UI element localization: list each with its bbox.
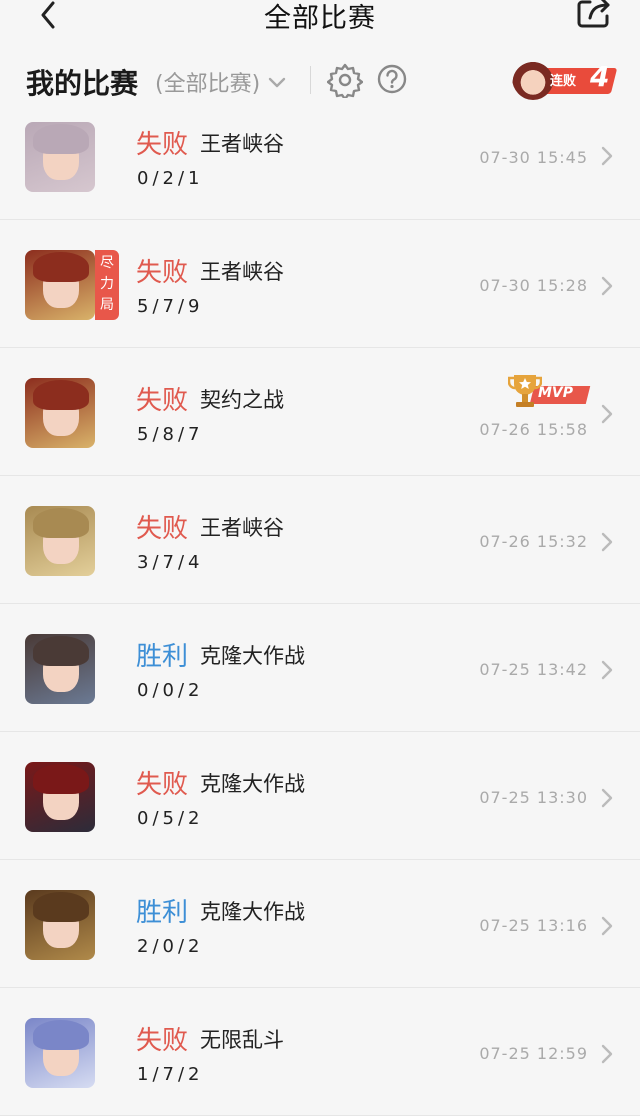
hero-avatar	[25, 250, 95, 320]
chevron-right-icon	[601, 916, 613, 936]
kda-stats: 5/8/7	[137, 424, 204, 445]
chevron-right-icon	[601, 276, 613, 296]
game-mode: 王者峡谷	[200, 132, 284, 156]
chevron-right-icon	[601, 1044, 613, 1064]
kda-stats: 3/7/4	[137, 552, 204, 573]
filter-label: (全部比赛)	[155, 72, 261, 97]
kda-stats: 5/7/9	[137, 296, 204, 317]
share-button[interactable]	[574, 0, 614, 30]
help-icon	[377, 64, 407, 94]
match-result: 失败	[136, 1026, 189, 1056]
game-mode: 王者峡谷	[200, 260, 284, 284]
my-matches-title: 我的比赛	[26, 67, 139, 100]
match-row[interactable]: 失败 无限乱斗 1/7/2 07-25 12:59	[0, 988, 640, 1116]
match-list: 失败 王者峡谷 0/2/1 07-30 15:45 尽力局 失败 王者峡谷 5/7/9 07-3…	[0, 116, 640, 1116]
hero-avatar	[25, 506, 95, 576]
match-row[interactable]: 失败 王者峡谷 0/2/1 07-30 15:45	[0, 116, 640, 220]
chevron-right-icon	[601, 404, 613, 424]
header-divider	[310, 66, 311, 94]
match-header: 我的比赛 (全部比赛) 连败 4	[0, 48, 640, 116]
kda-stats: 0/2/1	[137, 168, 204, 189]
hero-avatar	[25, 890, 95, 960]
mvp-label: MVP	[538, 385, 574, 401]
hero-avatar	[25, 634, 95, 704]
match-result: 胜利	[136, 898, 189, 928]
hero-hair	[33, 636, 89, 666]
match-result: 失败	[136, 130, 189, 160]
effort-tag-text: 尽力局	[100, 255, 114, 313]
match-result: 失败	[136, 514, 189, 544]
kda-stats: 1/7/2	[137, 1064, 204, 1085]
chevron-down-icon	[268, 77, 286, 88]
chevron-right-icon	[601, 788, 613, 808]
hero-hair	[33, 380, 89, 410]
chevron-right-icon	[601, 146, 613, 166]
match-row[interactable]: 胜利 克隆大作战 0/0/2 07-25 13:42	[0, 604, 640, 732]
streak-label: 连败	[550, 74, 577, 89]
game-mode: 契约之战	[200, 388, 284, 412]
hero-avatar	[25, 378, 95, 448]
match-row[interactable]: 失败 克隆大作战 0/5/2 07-25 13:30	[0, 732, 640, 860]
match-result: 胜利	[136, 642, 189, 672]
match-time: 07-25 13:16	[479, 916, 588, 935]
match-time: 07-25 13:30	[479, 788, 588, 807]
streak-count: 4	[590, 60, 610, 93]
game-mode: 无限乱斗	[200, 1028, 284, 1052]
match-filter-dropdown[interactable]: (全部比赛)	[155, 66, 286, 98]
game-mode: 王者峡谷	[200, 516, 284, 540]
match-result: 失败	[136, 258, 189, 288]
match-row[interactable]: 尽力局 失败 王者峡谷 5/7/9 07-30 15:28	[0, 220, 640, 348]
help-button[interactable]	[376, 63, 408, 95]
hero-hair	[33, 252, 89, 282]
settings-button[interactable]	[326, 62, 364, 101]
mvp-badge: MVP	[506, 372, 591, 410]
hero-hair	[33, 764, 89, 794]
losing-streak-badge: 连败 4	[510, 56, 618, 104]
hero-hair	[33, 124, 89, 154]
hero-hair	[33, 892, 89, 922]
trophy-icon	[508, 375, 542, 407]
chevron-right-icon	[601, 532, 613, 552]
chevron-right-icon	[601, 660, 613, 680]
match-time: 07-25 12:59	[479, 1044, 588, 1063]
kda-stats: 0/5/2	[137, 808, 204, 829]
effort-tag: 尽力局	[95, 250, 119, 320]
match-time: 07-25 13:42	[479, 660, 588, 679]
hero-avatar	[25, 122, 95, 192]
match-row[interactable]: 失败 契约之战 5/8/7 MVP 07-26 15:58	[0, 348, 640, 476]
game-mode: 克隆大作战	[200, 772, 305, 796]
hero-hair	[33, 1020, 89, 1050]
game-mode: 克隆大作战	[200, 900, 305, 924]
kda-stats: 0/0/2	[137, 680, 204, 701]
hero-avatar	[25, 762, 95, 832]
streak-avatar-icon	[512, 56, 554, 100]
hero-hair	[33, 508, 89, 538]
match-time: 07-26 15:32	[479, 532, 588, 551]
game-mode: 克隆大作战	[200, 644, 305, 668]
kda-stats: 2/0/2	[137, 936, 204, 957]
match-result: 失败	[136, 386, 189, 416]
match-row[interactable]: 胜利 克隆大作战 2/0/2 07-25 13:16	[0, 860, 640, 988]
gear-icon	[326, 63, 364, 101]
page-title: 全部比赛	[264, 3, 376, 34]
match-time: 07-30 15:45	[479, 148, 588, 167]
top-bar: 全部比赛	[0, 0, 640, 48]
share-icon	[577, 0, 610, 28]
match-row[interactable]: 失败 王者峡谷 3/7/4 07-26 15:32	[0, 476, 640, 604]
match-time: 07-26 15:58	[479, 420, 588, 439]
match-time: 07-30 15:28	[479, 276, 588, 295]
match-result: 失败	[136, 770, 189, 800]
